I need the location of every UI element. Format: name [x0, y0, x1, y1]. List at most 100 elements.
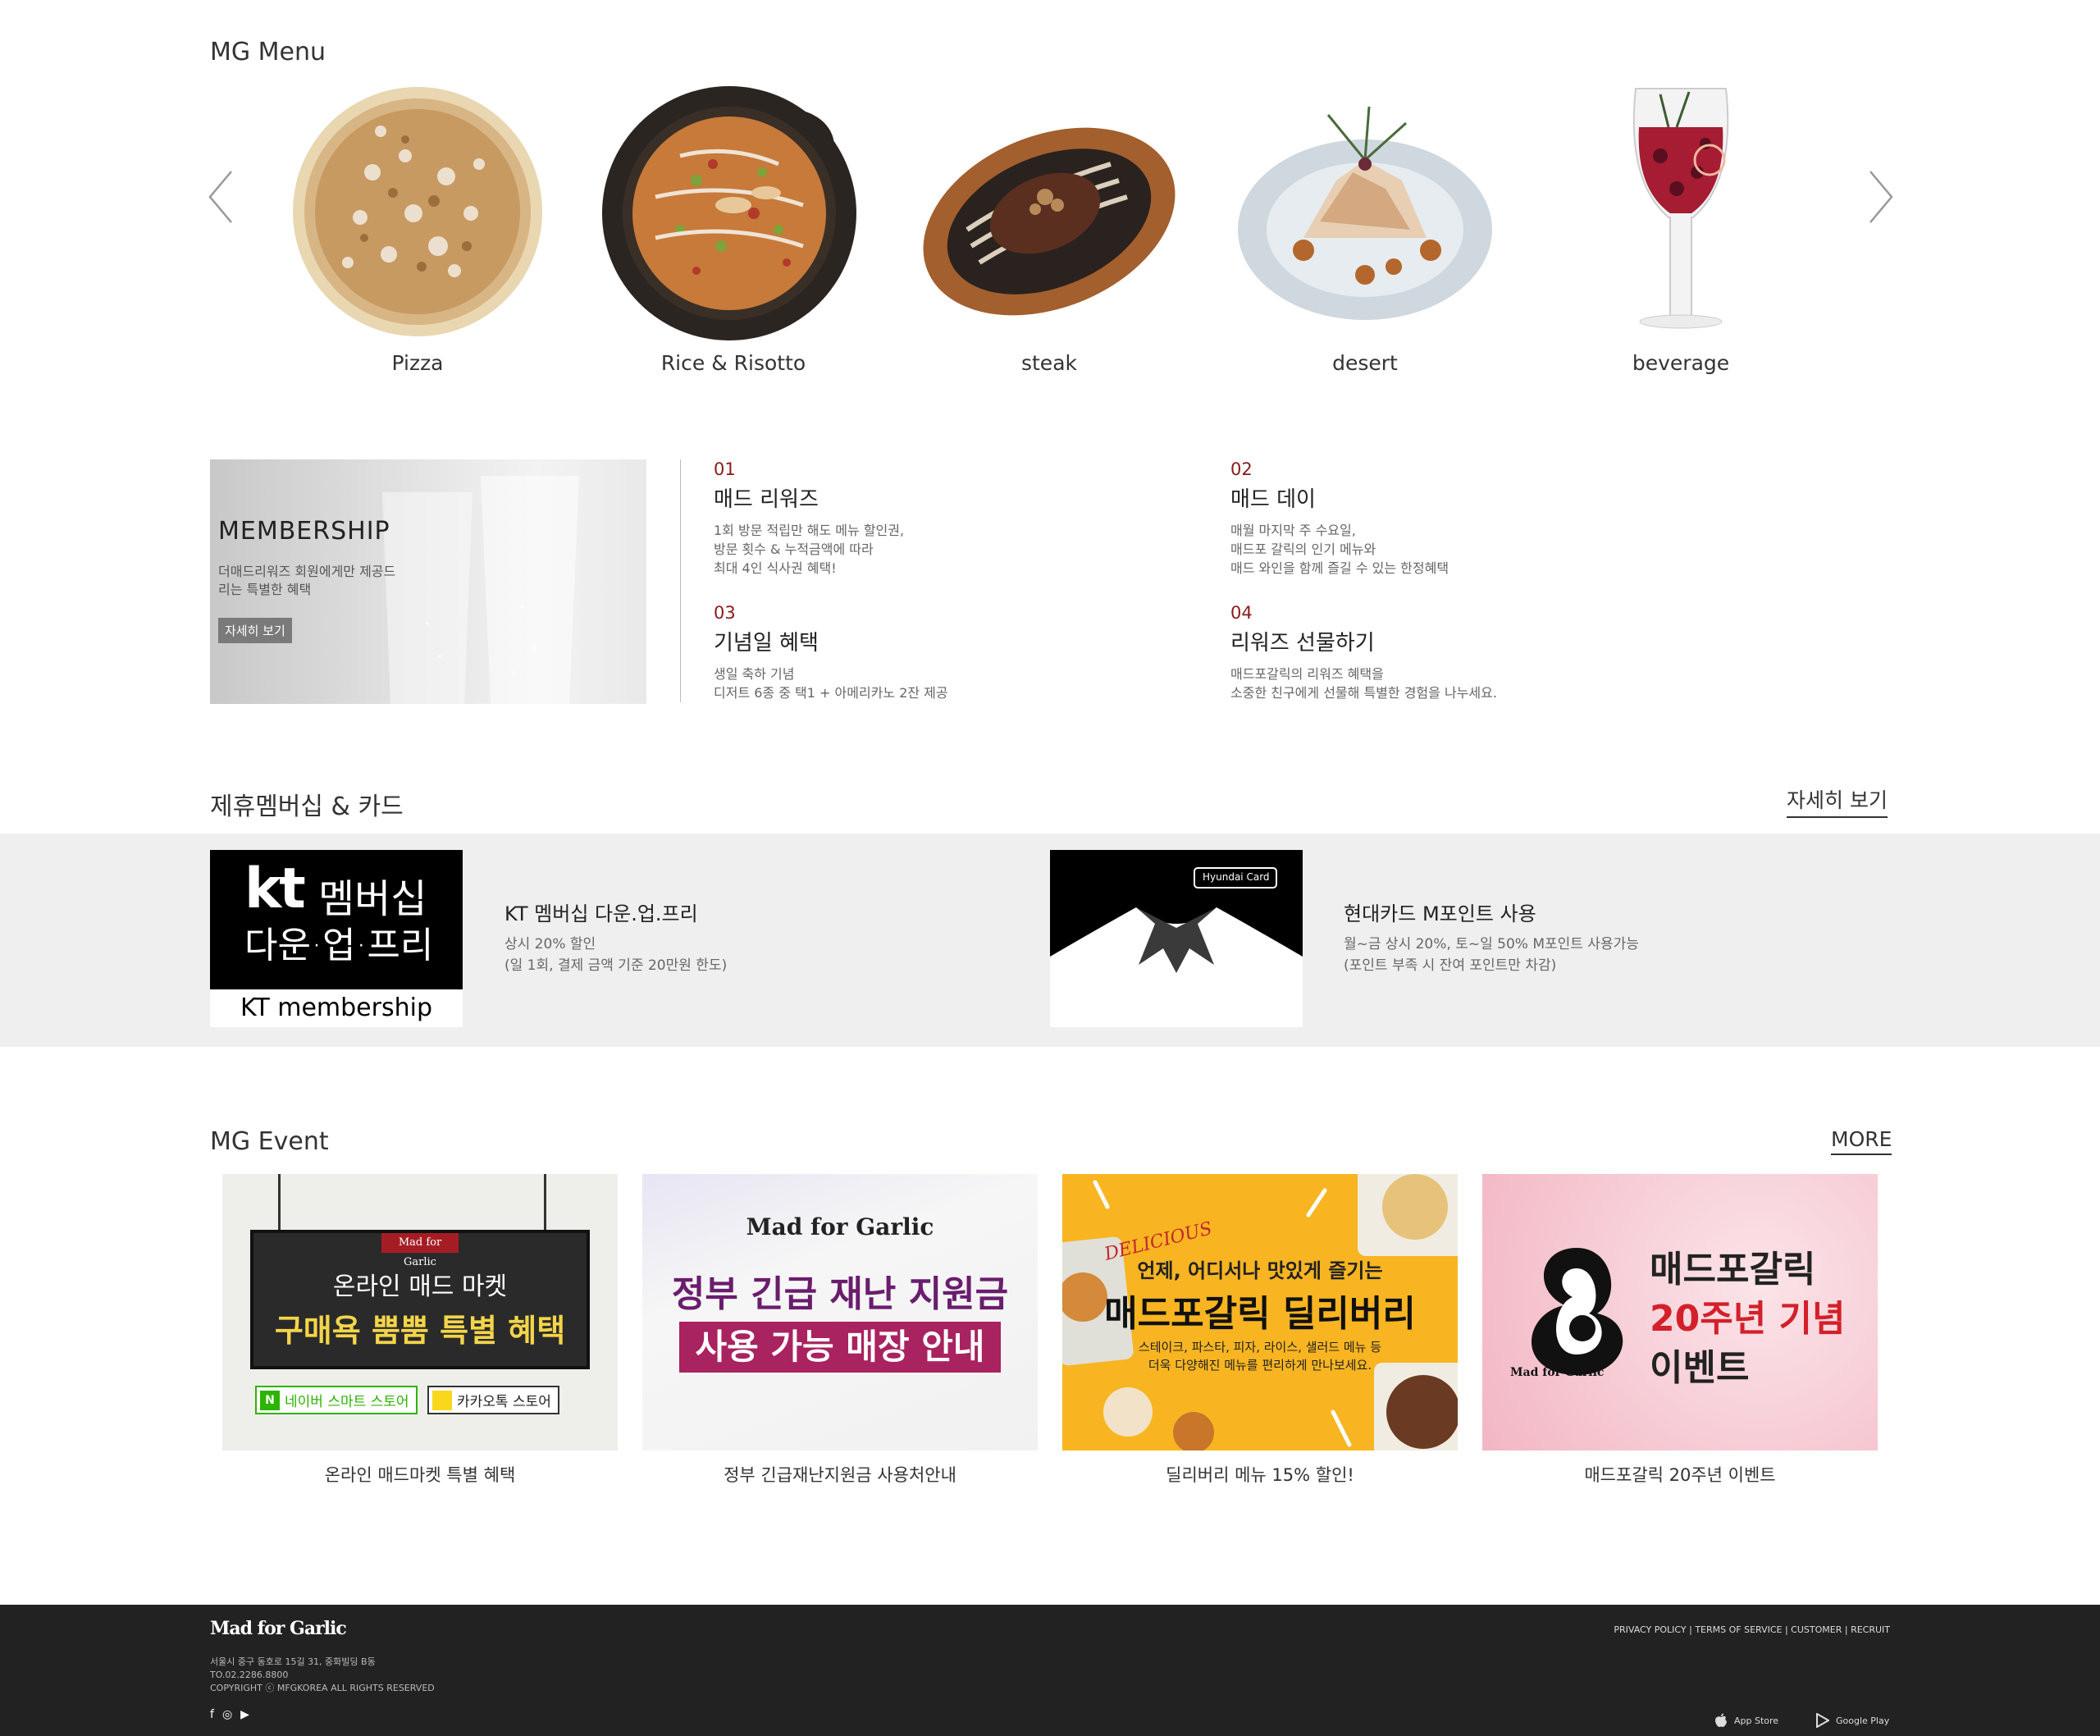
partner-more-link[interactable]: 자세히 보기 — [1787, 784, 1888, 818]
menu-item-label: Rice & Risotto — [660, 351, 806, 375]
event-card-mad-market[interactable]: Mad for Garlic 온라인 매드 마켓 구매욕 뿜뿜 특별 혜택 N … — [222, 1174, 618, 1487]
kt-membership-card-image: kt 멤버십 다운·업·프리 KT membership — [210, 850, 463, 1027]
naver-store-label: 네이버 스마트 스토어 — [285, 1394, 409, 1410]
footer-link-customer[interactable]: CUSTOMER — [1791, 1624, 1842, 1635]
footer-tel: TO.02.2286.8800 — [210, 1670, 289, 1680]
footer-company-info: 서울시 중구 동호로 15길 31, 중화빌딩 B동 TO.02.2286.88… — [210, 1656, 435, 1695]
benefit-title: 기념일 혜택 — [714, 631, 819, 656]
kakao-icon — [432, 1390, 452, 1410]
hanging-string — [544, 1174, 546, 1231]
benefit-mad-rewards: 01 매드 리워즈 1회 방문 적립만 해도 메뉴 할인권, 방문 횟수 & 누… — [714, 459, 1173, 578]
benefit-description: 매드포갈릭의 리워즈 혜택을 소중한 친구에게 선물해 특별한 경험을 나누세요… — [1230, 666, 1497, 701]
footer-link-terms[interactable]: TERMS OF SERVICE — [1695, 1624, 1782, 1635]
event-caption: 정부 긴급재난지원금 사용처안내 — [724, 1465, 956, 1485]
event-line2: 사용 가능 매장 안내 — [679, 1322, 1001, 1373]
membership-divider — [680, 459, 681, 702]
event-brand-logo: Mad for Garlic — [1510, 1366, 1605, 1379]
footer: Mad for Garlic 서울시 중구 동호로 15길 31, 중화빌딩 B… — [0, 1605, 2100, 1736]
event-more-link[interactable]: MORE — [1831, 1127, 1892, 1155]
membership-banner: MEMBERSHIP 더매드리워즈 회원에게만 제공드리는 특별한 혜택 자세히… — [210, 459, 646, 704]
menu-prev-button[interactable] — [205, 168, 238, 226]
benefit-number: 01 — [714, 459, 736, 479]
event-caption: 온라인 매드마켓 특별 혜택 — [324, 1465, 516, 1485]
event-section-title: MG Event — [210, 1127, 329, 1156]
app-store-label: App Store — [1734, 1715, 1779, 1726]
menu-section-title: MG Menu — [210, 38, 326, 66]
footer-copyright: COPYRIGHT ⓒ MFGKOREA ALL RIGHTS RESERVED — [210, 1683, 435, 1693]
membership-detail-button[interactable]: 자세히 보기 — [218, 618, 292, 643]
benefit-anniversary: 03 기념일 혜택 생일 축하 기념 디저트 6종 중 택1 + 아메리카노 2… — [714, 603, 1173, 702]
event-caption: 딜리버리 메뉴 15% 할인! — [1166, 1465, 1354, 1485]
event-card-delivery[interactable]: DELICIOUS 언제, 어디서나 맛있게 즐기는 매드포갈릭 딜리버리 스테… — [1062, 1174, 1458, 1487]
steak-platter-photo — [923, 127, 1176, 316]
benefit-number: 02 — [1230, 459, 1253, 479]
benefit-number: 03 — [714, 603, 736, 623]
event-banner-disaster-fund: Mad for Garlic 정부 긴급 재난 지원금 사용 가능 매장 안내 — [642, 1174, 1038, 1450]
google-play-label: Google Play — [1836, 1715, 1890, 1726]
kt-card-caption: KT membership — [210, 989, 463, 1027]
chevron-right-icon — [1869, 171, 1893, 223]
membership-description: 더매드리워즈 회원에게만 제공드리는 특별한 혜택 — [218, 564, 396, 597]
benefit-mad-day: 02 매드 데이 매월 마지막 주 수요일, 매드포 갈릭의 인기 메뉴와 매드… — [1230, 459, 1690, 578]
menu-item-desert[interactable]: desert — [1230, 82, 1500, 375]
footer-link-privacy[interactable]: PRIVACY POLICY — [1614, 1624, 1686, 1635]
menu-item-label: steak — [1020, 351, 1077, 375]
footer-links: PRIVACY POLICY | TERMS OF SERVICE | CUST… — [1614, 1624, 1890, 1635]
menu-item-label: desert — [1332, 351, 1398, 375]
dessert-plate-photo — [1238, 106, 1492, 320]
google-play-icon — [1816, 1713, 1829, 1728]
app-store-link[interactable]: App Store — [1714, 1713, 1778, 1728]
footer-logo[interactable]: Mad for Garlic — [210, 1618, 347, 1639]
hanging-string — [278, 1174, 281, 1231]
event-banner-mad-market: Mad for Garlic 온라인 매드 마켓 구매욕 뿜뿜 특별 혜택 N … — [222, 1174, 618, 1450]
footer-address: 서울시 중구 동호로 15길 31, 중화빌딩 B동 — [210, 1656, 376, 1667]
google-play-link[interactable]: Google Play — [1816, 1713, 1889, 1728]
benefit-gift-rewards: 04 리워즈 선물하기 매드포갈릭의 리워즈 혜택을 소중한 친구에게 선물해 … — [1230, 603, 1690, 702]
facebook-icon[interactable]: f — [210, 1708, 214, 1721]
hyundai-partner-description: 월~금 상시 20%, 토~일 50% M포인트 사용가능 (포인트 부족 시 … — [1344, 936, 1639, 974]
event-banner-delivery: DELICIOUS 언제, 어디서나 맛있게 즐기는 매드포갈릭 딜리버리 스테… — [1062, 1174, 1458, 1450]
apple-icon — [1715, 1713, 1727, 1727]
kt-partner-title: KT 멤버십 다운.업.프리 — [504, 902, 698, 925]
kakao-store-badge: 카카오톡 스토어 — [427, 1386, 559, 1414]
menu-item-pizza[interactable]: Pizza — [282, 82, 553, 375]
event-caption: 매드포갈릭 20주년 이벤트 — [1584, 1465, 1776, 1485]
menu-item-rice-risotto[interactable]: Rice & Risotto — [598, 82, 869, 375]
event-brand-badge: Mad for Garlic — [381, 1233, 459, 1268]
event-line1: 정부 긴급 재난 지원금 — [671, 1273, 1009, 1315]
kt-logo: kt — [244, 857, 306, 921]
event-line2: 구매욕 뿜뿜 특별 혜택 — [274, 1313, 566, 1349]
event-line3: 스테이크, 파스타, 피자, 라이스, 샐러드 메뉴 등 — [1138, 1340, 1382, 1355]
hyundai-card-image: Hyundai Card — [1050, 850, 1303, 1027]
menu-next-button[interactable] — [1864, 168, 1897, 226]
event-card-disaster-fund[interactable]: Mad for Garlic 정부 긴급 재난 지원금 사용 가능 매장 안내 … — [642, 1174, 1038, 1487]
instagram-icon[interactable]: ◎ — [222, 1708, 232, 1721]
naver-icon: N — [260, 1390, 280, 1410]
partner-section-title: 제휴멤버십 & 카드 — [210, 793, 404, 821]
membership-title: MEMBERSHIP — [218, 517, 390, 546]
event-line1: 언제, 어디서나 맛있게 즐기는 — [1137, 1259, 1383, 1282]
sns-links: f ◎ ▶ — [210, 1708, 249, 1721]
footer-link-recruit[interactable]: RECRUIT — [1851, 1624, 1890, 1635]
naver-store-badge: N 네이버 스마트 스토어 — [255, 1386, 418, 1414]
benefit-title: 매드 데이 — [1230, 487, 1316, 512]
benefit-title: 매드 리워즈 — [714, 487, 819, 512]
hyundai-partner-title: 현대카드 M포인트 사용 — [1344, 902, 1536, 925]
menu-item-beverage[interactable]: beverage — [1545, 82, 1816, 375]
event-card-20th-anniversary[interactable]: Mad for Garlic 매드포갈릭 20주년 기념 이벤트 매드포갈릭 2… — [1482, 1174, 1878, 1487]
event-banner-20th-anniversary: Mad for Garlic 매드포갈릭 20주년 기념 이벤트 — [1482, 1174, 1878, 1450]
kt-partner-description: 상시 20% 할인 (일 1회, 결제 금액 기준 20만원 한도) — [504, 936, 728, 974]
kt-card-sub-text: 다운·업·프리 — [244, 925, 434, 966]
event-line1: 온라인 매드 마켓 — [332, 1272, 508, 1301]
rice-skillet-photo — [602, 86, 856, 340]
wine-glass-photo — [1632, 88, 1729, 329]
benefit-number: 04 — [1230, 603, 1253, 623]
event-line2: 20주년 기념 — [1650, 1298, 1846, 1340]
kakao-store-label: 카카오톡 스토어 — [457, 1394, 551, 1410]
event-brand-logo: Mad for Garlic — [746, 1213, 934, 1240]
pizza-photo — [293, 87, 542, 336]
benefit-description: 생일 축하 기념 디저트 6종 중 택1 + 아메리카노 2잔 제공 — [714, 666, 948, 701]
menu-item-steak[interactable]: steak — [914, 82, 1185, 375]
youtube-icon[interactable]: ▶ — [240, 1708, 249, 1721]
event-line2: 매드포갈릭 딜리버리 — [1104, 1293, 1416, 1335]
